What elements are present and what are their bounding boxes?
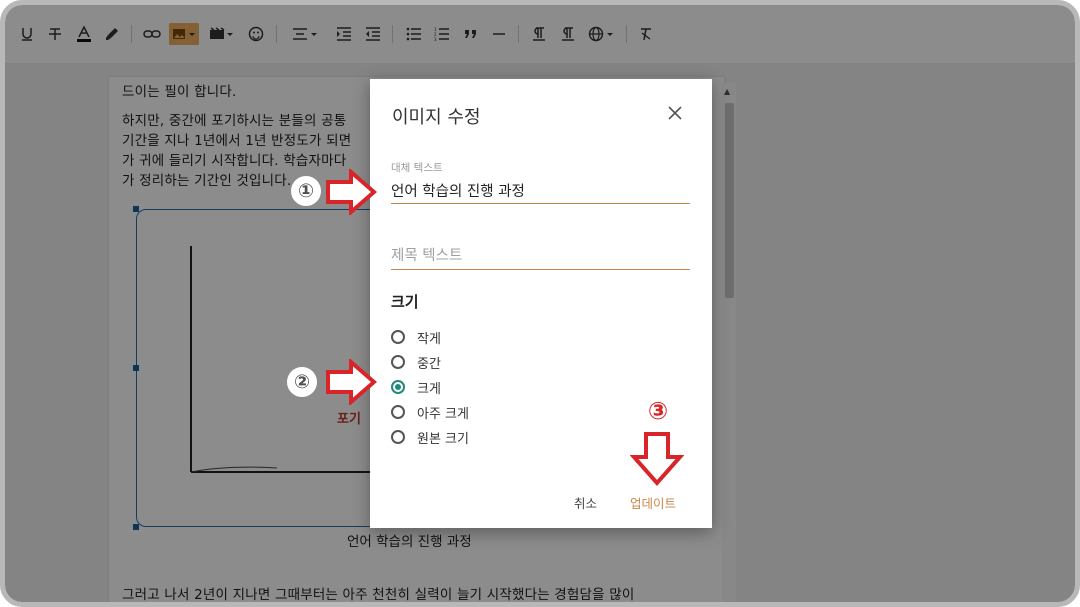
title-text-input[interactable]	[391, 243, 690, 270]
size-option-label: 아주 크게	[417, 406, 469, 422]
size-option-small[interactable]: 작게	[391, 326, 441, 348]
size-option-extra-large[interactable]: 아주 크게	[391, 401, 469, 423]
radio-button-selected[interactable]	[391, 380, 405, 394]
radio-button[interactable]	[391, 355, 405, 369]
close-icon[interactable]	[665, 103, 685, 123]
right-arrow-icon	[326, 169, 377, 215]
update-button[interactable]: 업데이트	[630, 493, 676, 512]
step-badge-3: ③	[647, 397, 669, 425]
alt-text-input[interactable]	[391, 177, 690, 204]
size-option-label: 중간	[417, 356, 441, 372]
dialog-title: 이미지 수정	[392, 107, 481, 128]
radio-button[interactable]	[391, 405, 405, 419]
cancel-button[interactable]: 취소	[574, 493, 597, 512]
size-option-medium[interactable]: 중간	[391, 351, 441, 373]
size-option-original[interactable]: 원본 크기	[391, 426, 469, 448]
size-option-label: 원본 크기	[417, 431, 469, 447]
size-option-label: 작게	[417, 331, 441, 347]
radio-button[interactable]	[391, 330, 405, 344]
radio-button[interactable]	[391, 430, 405, 444]
alt-text-label: 대체 텍스트	[391, 162, 443, 174]
step-badge-2: ②	[287, 367, 317, 397]
size-heading: 크기	[391, 293, 419, 311]
size-option-label: 크게	[417, 381, 441, 397]
size-option-large[interactable]: 크게	[391, 376, 441, 398]
right-arrow-icon	[326, 359, 377, 405]
screen-frame: 123 드이는 필이 합니다. 하지만, 중간에 포기하시는 분들의 공통 기간…	[0, 0, 1080, 607]
down-arrow-icon	[630, 432, 684, 487]
step-badge-1: ①	[291, 176, 321, 206]
